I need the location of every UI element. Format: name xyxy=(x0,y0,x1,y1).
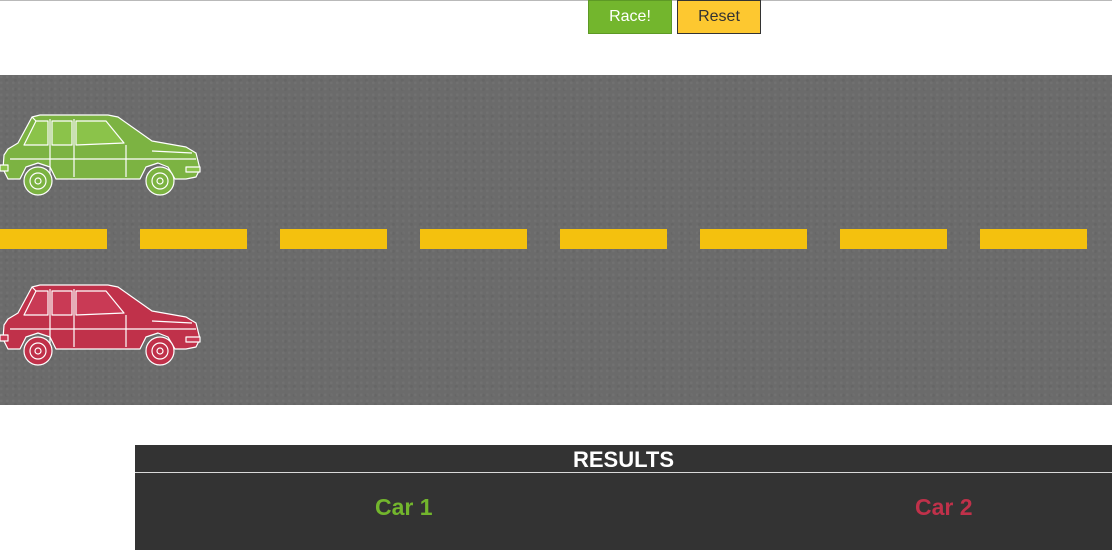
race-button[interactable]: Race! xyxy=(588,0,672,34)
car-2-icon xyxy=(0,284,201,366)
lane-dash xyxy=(0,229,107,249)
race-track xyxy=(0,75,1112,405)
top-border xyxy=(0,0,1112,1)
result-car-2: Car 2 xyxy=(915,494,973,520)
reset-button[interactable]: Reset xyxy=(677,0,761,34)
lane-dash xyxy=(980,229,1087,249)
race-controls: Race! Reset xyxy=(588,0,761,34)
car-1-icon xyxy=(0,114,201,196)
results-title: RESULTS xyxy=(135,445,1112,473)
lane-dash xyxy=(560,229,667,249)
results-row: Car 1 Car 2 xyxy=(135,473,1112,550)
lane-dash xyxy=(700,229,807,249)
lane-dash xyxy=(140,229,247,249)
lane-divider xyxy=(0,229,1112,249)
lane-dash xyxy=(420,229,527,249)
result-car-1: Car 1 xyxy=(375,494,433,520)
lane-dash xyxy=(840,229,947,249)
lane-dash xyxy=(280,229,387,249)
results-panel: RESULTS Car 1 Car 2 xyxy=(135,445,1112,550)
